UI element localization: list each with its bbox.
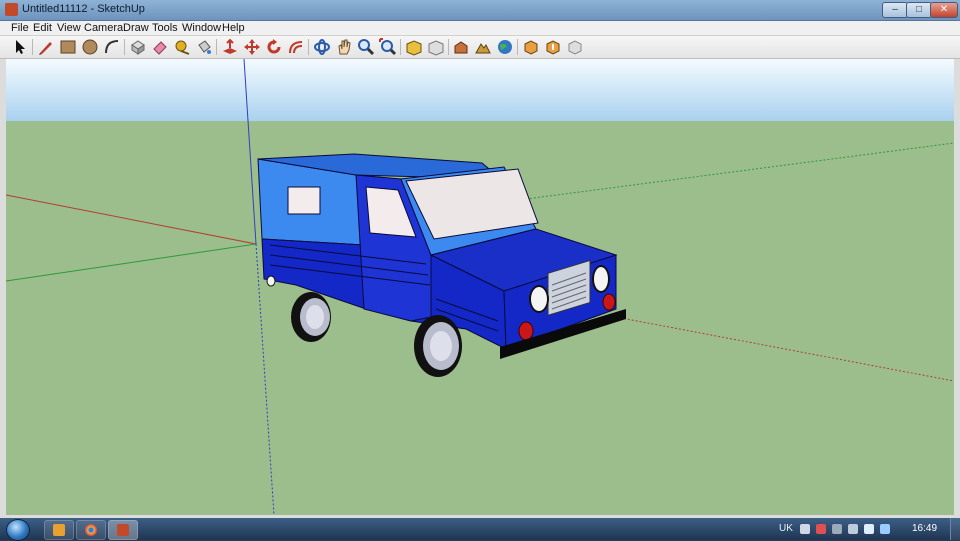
window-title: Untitled11112 - SketchUp [22, 3, 145, 15]
media-player-icon [53, 524, 65, 536]
menu-help[interactable]: Help [222, 22, 245, 34]
tape-measure-icon[interactable] [173, 38, 191, 56]
left-indicator [518, 321, 534, 341]
get-models-icon[interactable] [405, 38, 423, 56]
pan-icon[interactable] [335, 38, 353, 56]
toolbar-separator [216, 39, 217, 55]
google-earth-icon[interactable] [496, 38, 514, 56]
right-indicator [602, 293, 616, 311]
push-pull-icon[interactable] [221, 38, 239, 56]
pencil-line-icon[interactable] [37, 38, 55, 56]
menu-bar: File Edit View Camera Draw Tools Window … [0, 21, 960, 36]
menu-tools[interactable]: Tools [152, 22, 178, 34]
circle-icon[interactable] [81, 38, 99, 56]
modeling-viewport[interactable] [6, 59, 954, 515]
toolbar-separator [124, 39, 125, 55]
share-component-icon[interactable] [544, 38, 562, 56]
extension-warehouse-icon[interactable] [566, 38, 584, 56]
select-icon[interactable] [11, 38, 29, 56]
offset-icon[interactable] [287, 38, 305, 56]
rear-side-window [287, 186, 321, 215]
toggle-terrain-icon[interactable] [474, 38, 492, 56]
minimize-button[interactable]: – [882, 2, 908, 18]
rear-light [266, 275, 276, 287]
sky [6, 59, 954, 121]
action-center-icon[interactable] [816, 524, 826, 534]
taskbar-chrome[interactable] [76, 520, 106, 540]
menu-camera[interactable]: Camera [84, 22, 123, 34]
toolbar-separator [32, 39, 33, 55]
move-icon[interactable] [243, 38, 261, 56]
orbit-icon[interactable] [313, 38, 331, 56]
close-button[interactable]: ✕ [930, 2, 958, 18]
tray-app-icon[interactable] [880, 524, 890, 534]
tray-arrow-icon[interactable] [800, 524, 810, 534]
network-icon[interactable] [848, 524, 858, 534]
toolbar-separator [448, 39, 449, 55]
rotate-icon[interactable] [265, 38, 283, 56]
get-component-icon[interactable] [522, 38, 540, 56]
zoom-icon[interactable] [357, 38, 375, 56]
menu-window[interactable]: Window [182, 22, 221, 34]
main-toolbar [0, 36, 960, 59]
taskbar: UK 16:49 [0, 518, 960, 541]
volume-icon[interactable] [864, 524, 874, 534]
make-component-icon[interactable] [129, 38, 147, 56]
sketchup-icon [117, 524, 129, 536]
power-icon[interactable] [832, 524, 842, 534]
viewport-frame-right [954, 59, 960, 515]
menu-edit[interactable]: Edit [33, 22, 52, 34]
toolbar-separator [400, 39, 401, 55]
front-wheel [414, 315, 462, 377]
arc-icon[interactable] [103, 38, 121, 56]
start-button[interactable] [6, 519, 30, 541]
sketchup-app-icon[interactable] [5, 3, 18, 16]
add-location-icon[interactable] [452, 38, 470, 56]
zoom-extents-icon[interactable] [379, 38, 397, 56]
maximize-button[interactable]: □ [906, 2, 932, 18]
title-bar: Untitled11112 - SketchUp – □ ✕ [0, 0, 960, 21]
toolbar-separator [517, 39, 518, 55]
show-desktop-button[interactable] [950, 518, 960, 540]
language-indicator[interactable]: UK [779, 523, 793, 534]
clock[interactable]: 16:49 [912, 523, 937, 534]
eraser-icon[interactable] [151, 38, 169, 56]
share-model-icon[interactable] [427, 38, 445, 56]
menu-view[interactable]: View [57, 22, 81, 34]
rear-wheel [291, 292, 331, 342]
menu-file[interactable]: File [11, 22, 29, 34]
chrome-icon [85, 524, 97, 536]
toolbar-separator [308, 39, 309, 55]
menu-draw[interactable]: Draw [123, 22, 149, 34]
rectangle-icon[interactable] [59, 38, 77, 56]
taskbar-media-player[interactable] [44, 520, 74, 540]
paint-bucket-icon[interactable] [195, 38, 213, 56]
taskbar-sketchup[interactable] [108, 520, 138, 540]
